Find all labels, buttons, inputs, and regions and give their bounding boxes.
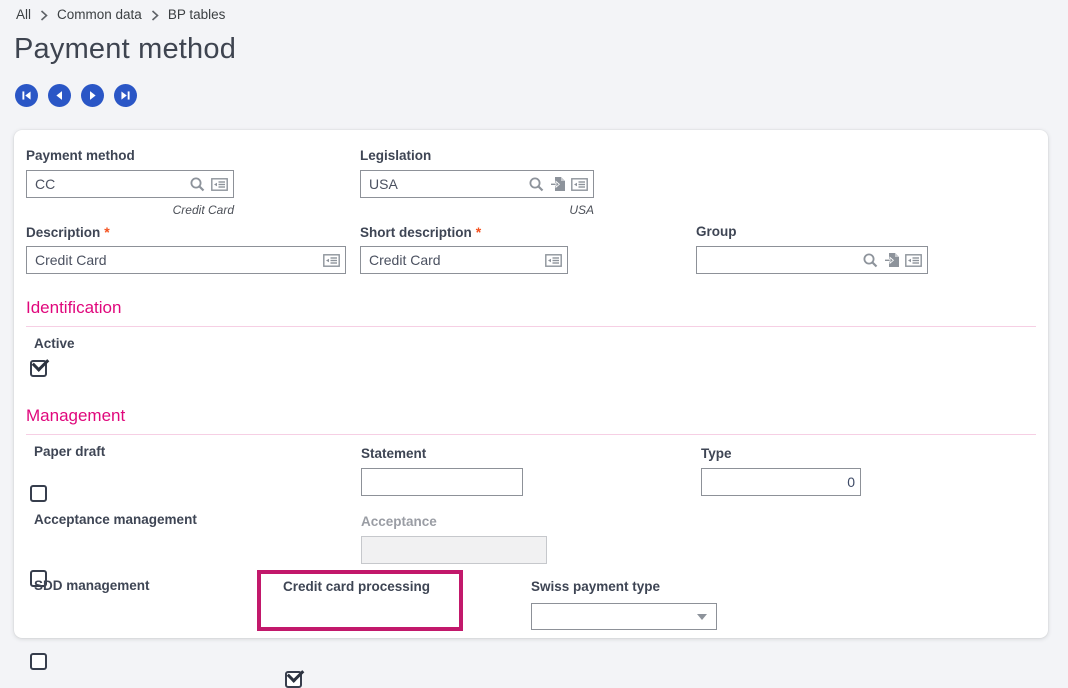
page-title: Payment method bbox=[14, 33, 236, 66]
type-input[interactable] bbox=[710, 469, 855, 495]
search-icon[interactable] bbox=[528, 176, 545, 193]
description-label: Description * bbox=[26, 224, 110, 240]
type-field bbox=[701, 468, 861, 496]
type-label: Type bbox=[701, 446, 732, 461]
acceptance-input bbox=[370, 537, 541, 563]
breadcrumb-item-bp-tables[interactable]: BP tables bbox=[168, 7, 226, 22]
previous-icon bbox=[52, 88, 67, 103]
breadcrumb: All Common data BP tables bbox=[16, 7, 225, 22]
sdd-management-label: SDD management bbox=[34, 578, 150, 593]
search-icon[interactable] bbox=[189, 176, 206, 193]
chevron-right-icon bbox=[40, 9, 48, 21]
payment-method-form-card: Payment method Credit Card Legislation U… bbox=[14, 130, 1048, 638]
breadcrumb-item-common-data[interactable]: Common data bbox=[57, 7, 142, 22]
search-icon[interactable] bbox=[862, 252, 879, 269]
group-input[interactable] bbox=[705, 247, 857, 273]
next-icon bbox=[85, 88, 100, 103]
acceptance-field bbox=[361, 536, 547, 564]
payment-method-input[interactable] bbox=[35, 171, 184, 197]
chevron-down-icon bbox=[697, 614, 707, 620]
short-description-input[interactable] bbox=[369, 247, 540, 273]
active-label: Active bbox=[34, 336, 75, 351]
acceptance-management-label: Acceptance management bbox=[34, 512, 197, 527]
selection-actions-icon[interactable] bbox=[545, 254, 562, 267]
selection-actions-icon[interactable] bbox=[905, 254, 922, 267]
swiss-payment-type-select[interactable] bbox=[531, 603, 717, 630]
legislation-label: Legislation bbox=[360, 148, 431, 163]
management-section-title: Management bbox=[26, 406, 125, 426]
group-label: Group bbox=[696, 224, 737, 239]
go-to-detail-icon[interactable] bbox=[884, 252, 900, 268]
legislation-input[interactable] bbox=[369, 171, 523, 197]
go-to-detail-icon[interactable] bbox=[550, 176, 566, 192]
selection-actions-icon[interactable] bbox=[571, 178, 588, 191]
description-label-text: Description bbox=[26, 225, 100, 240]
section-divider bbox=[26, 434, 1036, 435]
swiss-payment-type-label: Swiss payment type bbox=[531, 579, 660, 594]
legislation-field bbox=[360, 170, 594, 198]
active-checkbox[interactable] bbox=[30, 360, 47, 377]
short-description-label: Short description * bbox=[360, 224, 481, 240]
statement-input[interactable] bbox=[370, 469, 517, 495]
payment-method-helper-text: Credit Card bbox=[26, 203, 234, 217]
identification-section-title: Identification bbox=[26, 298, 121, 318]
skip-to-last-icon bbox=[118, 88, 133, 103]
sdd-management-checkbox[interactable] bbox=[30, 653, 47, 670]
selection-actions-icon[interactable] bbox=[211, 178, 228, 191]
record-navigation bbox=[15, 84, 137, 107]
required-asterisk: * bbox=[476, 224, 481, 240]
last-record-button[interactable] bbox=[114, 84, 137, 107]
legislation-helper-text: USA bbox=[360, 203, 594, 217]
group-field bbox=[696, 246, 928, 274]
breadcrumb-item-all[interactable]: All bbox=[16, 7, 31, 22]
credit-card-processing-checkbox[interactable] bbox=[285, 671, 302, 688]
selection-actions-icon[interactable] bbox=[323, 254, 340, 267]
paper-draft-checkbox[interactable] bbox=[30, 485, 47, 502]
next-record-button[interactable] bbox=[81, 84, 104, 107]
payment-method-field bbox=[26, 170, 234, 198]
required-asterisk: * bbox=[104, 224, 109, 240]
chevron-right-icon bbox=[151, 9, 159, 21]
section-divider bbox=[26, 326, 1036, 327]
description-field bbox=[26, 246, 346, 274]
short-description-field bbox=[360, 246, 568, 274]
payment-method-label: Payment method bbox=[26, 148, 135, 163]
credit-card-processing-label: Credit card processing bbox=[283, 579, 430, 594]
statement-field bbox=[361, 468, 523, 496]
statement-label: Statement bbox=[361, 446, 426, 461]
skip-to-first-icon bbox=[19, 88, 34, 103]
acceptance-label: Acceptance bbox=[361, 514, 437, 529]
description-input[interactable] bbox=[35, 247, 318, 273]
short-description-label-text: Short description bbox=[360, 225, 472, 240]
first-record-button[interactable] bbox=[15, 84, 38, 107]
previous-record-button[interactable] bbox=[48, 84, 71, 107]
paper-draft-label: Paper draft bbox=[34, 444, 105, 459]
